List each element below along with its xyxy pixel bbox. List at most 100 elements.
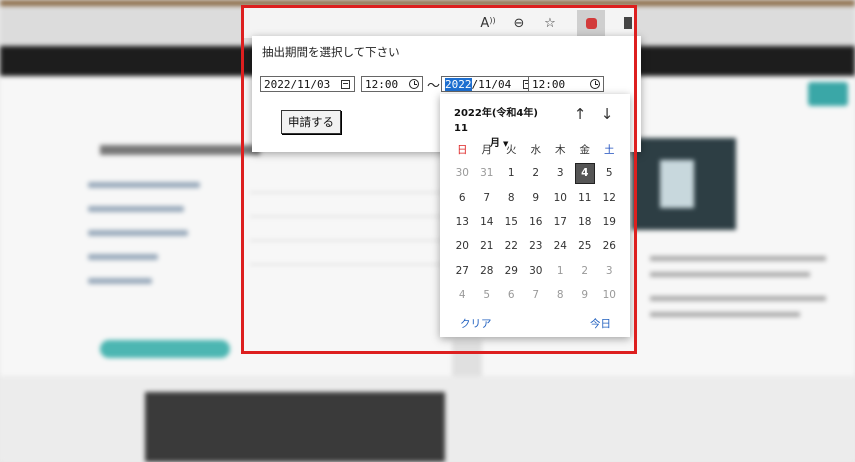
clock-icon[interactable] bbox=[409, 79, 419, 89]
extension-icon[interactable] bbox=[577, 10, 605, 36]
calendar-day[interactable]: 20 bbox=[450, 234, 475, 258]
calendar-icon[interactable] bbox=[341, 80, 350, 89]
calendar-day[interactable]: 4 bbox=[450, 283, 475, 307]
calendar-day[interactable]: 30 bbox=[450, 161, 475, 185]
month-year-label: 2022年(令和4年) 11 bbox=[454, 108, 538, 134]
calendar-day[interactable]: 11 bbox=[573, 186, 598, 210]
end-date-rest: /11/04 bbox=[471, 77, 512, 91]
background-column bbox=[452, 340, 482, 380]
zoom-out-icon[interactable]: ⊖ bbox=[508, 12, 530, 34]
extension-2-badge bbox=[624, 17, 632, 29]
weekday-header-tue: 火 bbox=[506, 143, 517, 156]
start-time-input[interactable]: 12:00 bbox=[361, 76, 423, 92]
calendar-day[interactable]: 10 bbox=[597, 283, 622, 307]
dialog-title: 抽出期間を選択して下さい bbox=[262, 45, 400, 59]
weekday-header-sat: 土 bbox=[604, 143, 615, 156]
background-text-line bbox=[650, 312, 800, 317]
read-aloud-glyph: A bbox=[480, 15, 490, 31]
calendar-day[interactable]: 30 bbox=[524, 258, 549, 282]
calendar-day[interactable]: 15 bbox=[499, 210, 524, 234]
calendar-day[interactable]: 10 bbox=[548, 186, 573, 210]
end-time-input[interactable]: 12:00 bbox=[528, 76, 604, 92]
background-teal-button bbox=[808, 82, 848, 106]
next-month-button[interactable]: ↓ bbox=[599, 105, 615, 123]
clock-icon[interactable] bbox=[590, 79, 600, 89]
calendar-day[interactable]: 8 bbox=[548, 283, 573, 307]
read-aloud-waves: )) bbox=[489, 15, 496, 25]
zoom-out-glyph: ⊖ bbox=[513, 15, 525, 31]
start-time-value: 12:00 bbox=[365, 77, 399, 91]
background-divider bbox=[250, 264, 450, 265]
calendar-day[interactable]: 1 bbox=[499, 161, 524, 185]
date-picker-popup: 2022年(令和4年) 11 月 ▼ ↑ ↓ 日 月 火 水 木 金 土 30 3… bbox=[440, 94, 630, 337]
read-aloud-icon[interactable]: A)) bbox=[477, 12, 499, 34]
start-date-input[interactable]: 2022/11/03 bbox=[260, 76, 355, 92]
background-divider bbox=[250, 216, 450, 217]
calendar-day[interactable]: 19 bbox=[597, 210, 622, 234]
start-date-value: 2022/11/03 bbox=[264, 77, 331, 91]
calendar-day[interactable]: 2 bbox=[524, 161, 549, 185]
calendar-day[interactable]: 7 bbox=[524, 283, 549, 307]
favorites-add-icon[interactable]: ☆ bbox=[539, 12, 561, 34]
clear-button[interactable]: クリア bbox=[460, 316, 492, 331]
range-separator: ～ bbox=[427, 79, 441, 94]
calendar-day[interactable]: 26 bbox=[597, 234, 622, 258]
calendar-day[interactable]: 13 bbox=[450, 210, 475, 234]
calendar-day[interactable]: 6 bbox=[499, 283, 524, 307]
background-cta-button bbox=[100, 340, 230, 358]
weekday-header-wed: 水 bbox=[530, 143, 542, 156]
end-date-input[interactable]: 2022/11/04 bbox=[441, 76, 537, 92]
weekday-header-thu: 木 bbox=[555, 143, 566, 156]
background-heading bbox=[100, 145, 260, 155]
calendar-day[interactable]: 14 bbox=[475, 210, 500, 234]
calendar-day[interactable]: 21 bbox=[475, 234, 500, 258]
previous-month-button[interactable]: ↑ bbox=[572, 105, 588, 123]
weekday-header-fri: 金 bbox=[579, 143, 591, 156]
calendar-day[interactable]: 16 bbox=[524, 210, 549, 234]
calendar-day[interactable]: 7 bbox=[475, 186, 500, 210]
calendar-day[interactable]: 25 bbox=[573, 234, 598, 258]
background-divider bbox=[250, 240, 450, 241]
today-button[interactable]: 今日 bbox=[590, 316, 611, 331]
calendar-day[interactable]: 3 bbox=[548, 161, 573, 185]
calendar-day[interactable]: 27 bbox=[450, 258, 475, 282]
calendar-day[interactable]: 23 bbox=[524, 234, 549, 258]
calendar-day[interactable]: 28 bbox=[475, 258, 500, 282]
calendar-day[interactable]: 29 bbox=[499, 258, 524, 282]
background-text-line bbox=[650, 296, 826, 301]
calendar-grid: 日 月 火 水 木 金 土 30 31 1 2 3 4 5 6 7 8 9 10… bbox=[450, 137, 622, 307]
calendar-day[interactable]: 3 bbox=[597, 258, 622, 282]
extension-badge bbox=[585, 17, 597, 29]
calendar-day[interactable]: 31 bbox=[475, 161, 500, 185]
weekday-header-mon: 月 bbox=[481, 143, 493, 156]
extension-2-icon[interactable] bbox=[621, 12, 635, 34]
calendar-day[interactable]: 8 bbox=[499, 186, 524, 210]
background-video-thumbnail bbox=[145, 392, 445, 462]
calendar-day[interactable]: 18 bbox=[573, 210, 598, 234]
background-text-line bbox=[650, 256, 826, 261]
calendar-day[interactable]: 17 bbox=[548, 210, 573, 234]
background-link-line bbox=[88, 206, 184, 212]
background-thumbnail-figure bbox=[660, 160, 694, 208]
end-time-value: 12:00 bbox=[532, 77, 566, 91]
calendar-day[interactable]: 2 bbox=[573, 258, 598, 282]
background-link-line bbox=[88, 182, 200, 188]
calendar-day[interactable]: 12 bbox=[597, 186, 622, 210]
calendar-day[interactable]: 6 bbox=[450, 186, 475, 210]
calendar-day[interactable]: 1 bbox=[548, 258, 573, 282]
apply-button[interactable]: 申請する bbox=[281, 110, 341, 134]
calendar-day-selected[interactable]: 4 bbox=[574, 163, 595, 184]
browser-toolbar: A)) ⊖ ☆ bbox=[243, 8, 635, 38]
calendar-day[interactable]: 5 bbox=[475, 283, 500, 307]
background-link-line bbox=[88, 230, 188, 236]
calendar-day[interactable]: 9 bbox=[573, 283, 598, 307]
calendar-day[interactable]: 9 bbox=[524, 186, 549, 210]
end-date-year-selected: 2022 bbox=[445, 77, 472, 91]
calendar-day[interactable]: 22 bbox=[499, 234, 524, 258]
calendar-day[interactable]: 24 bbox=[548, 234, 573, 258]
background-divider bbox=[250, 192, 450, 193]
background-link-line bbox=[88, 278, 152, 284]
favorites-glyph: ☆ bbox=[544, 15, 556, 31]
background-link-line bbox=[88, 254, 158, 260]
calendar-day[interactable]: 5 bbox=[597, 161, 622, 185]
